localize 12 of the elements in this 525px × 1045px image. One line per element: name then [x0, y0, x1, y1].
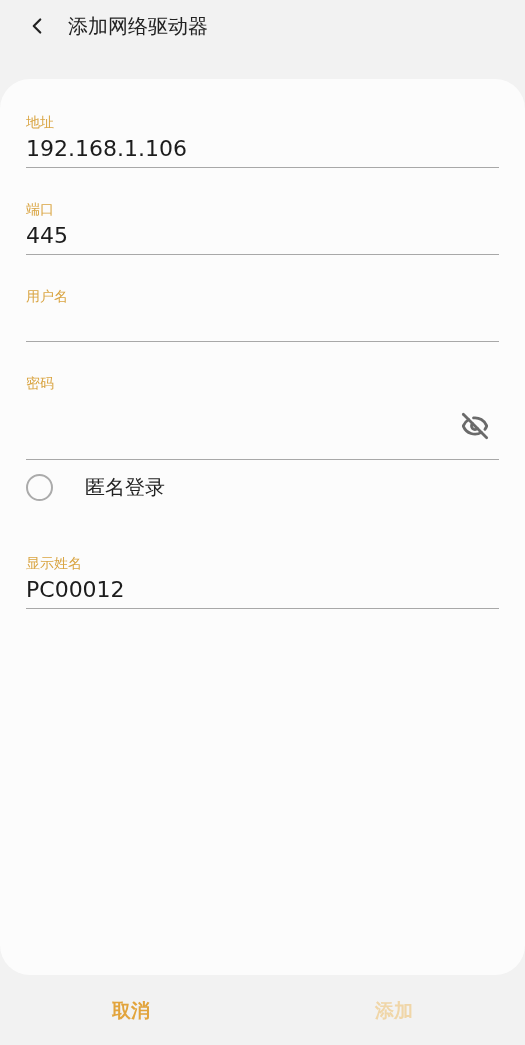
text-field[interactable]: PC00012	[26, 572, 499, 609]
field-label: 端口	[26, 200, 55, 218]
text-field[interactable]: 445	[26, 218, 499, 255]
field-label: 用户名	[26, 287, 69, 305]
field-label: 地址	[26, 113, 55, 131]
radio-label: 匿名登录	[85, 474, 165, 501]
eye-off-icon[interactable]	[461, 411, 489, 440]
page-title: 添加网络驱动器	[68, 13, 208, 40]
text-field[interactable]: 192.168.1.106	[26, 131, 499, 168]
radio-button[interactable]	[26, 473, 53, 501]
field-label: 显示姓名	[26, 554, 83, 572]
field-label: 密码	[26, 374, 55, 392]
